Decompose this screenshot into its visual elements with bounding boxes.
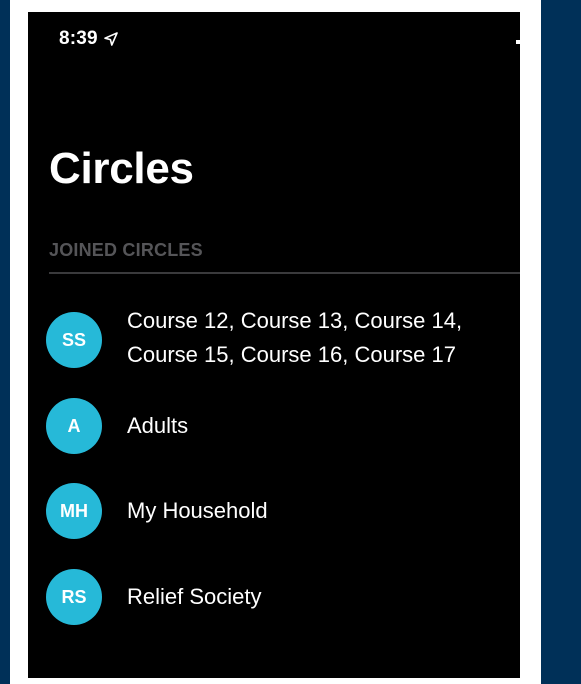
circle-name: Relief Society	[127, 584, 262, 609]
circle-name: Adults	[127, 413, 189, 438]
circle-item-my-household[interactable]: MH My Household	[28, 473, 520, 553]
status-indicator	[516, 40, 520, 44]
right-gap	[520, 0, 541, 684]
avatar: A	[46, 398, 102, 454]
circle-name: My Household	[127, 498, 268, 523]
avatar: RS	[46, 569, 102, 625]
circle-name: Course 12, Course 13, Course 14, Course …	[127, 304, 462, 372]
circle-item-relief-society[interactable]: RS Relief Society	[28, 559, 520, 639]
avatar: SS	[46, 312, 102, 368]
location-arrow-icon	[104, 32, 118, 46]
status-bar: 8:39	[59, 26, 118, 52]
circle-name-line: Course 15, Course 16, Course 17	[127, 342, 456, 367]
left-border-strip	[0, 0, 10, 684]
section-header-joined-circles: JOINED CIRCLES	[49, 240, 203, 260]
circle-name-line: Course 12, Course 13, Course 14,	[127, 308, 463, 333]
phone-screen: 8:39 Circles JOINED CIRCLES SS Course 12…	[28, 12, 520, 678]
section-divider	[49, 272, 520, 274]
page-title: Circles	[49, 144, 194, 193]
circle-item-ss[interactable]: SS Course 12, Course 13, Course 14, Cour…	[28, 292, 520, 388]
screenshot-frame: 8:39 Circles JOINED CIRCLES SS Course 12…	[0, 0, 581, 684]
circle-item-adults[interactable]: A Adults	[28, 388, 520, 468]
status-time: 8:39	[59, 28, 98, 49]
avatar: MH	[46, 483, 102, 539]
right-border-strip	[541, 0, 581, 684]
